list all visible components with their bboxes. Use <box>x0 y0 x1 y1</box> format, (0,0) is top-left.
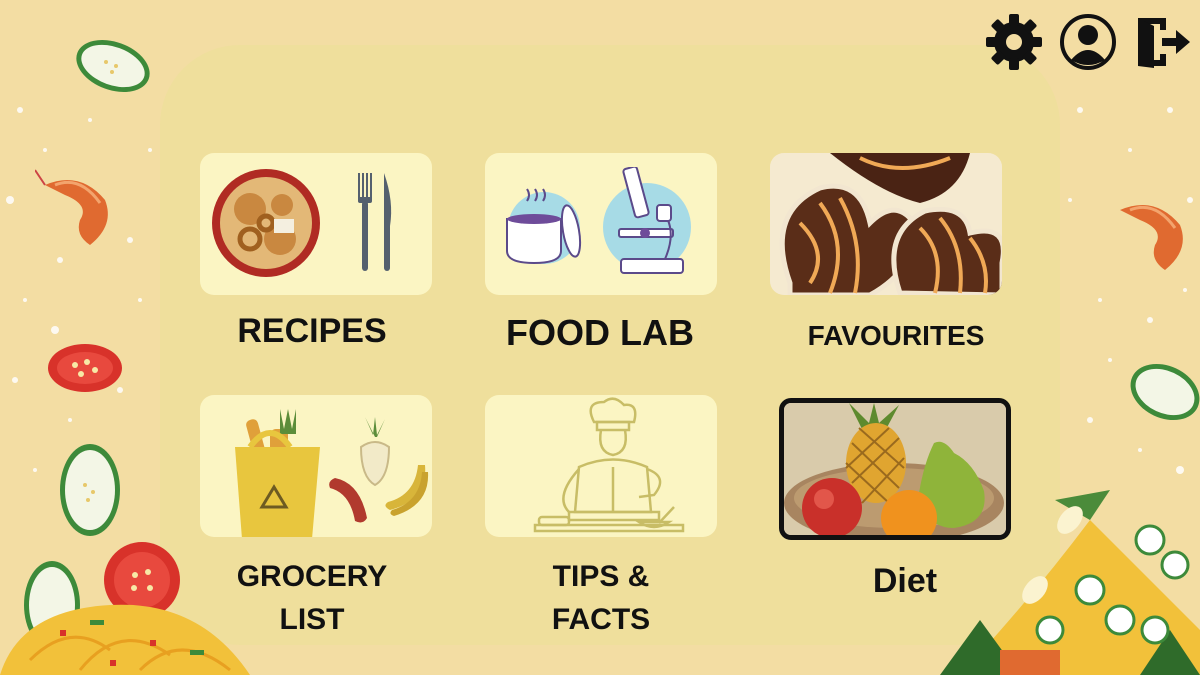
grocery-list-card[interactable] <box>200 395 432 537</box>
favourites-card[interactable] <box>770 153 1002 295</box>
favourites-label[interactable]: FAVOURITES <box>746 320 1046 352</box>
chef-cooking-icon <box>533 397 685 533</box>
logout-icon <box>1138 18 1190 68</box>
diet-card[interactable] <box>779 398 1011 540</box>
tips-facts-card[interactable] <box>485 395 717 537</box>
grocery-list-label-line2[interactable]: LIST <box>162 603 462 637</box>
cucumber-slice-icon <box>60 444 120 536</box>
microscope-icon <box>603 167 691 274</box>
shrimp-icon <box>1120 205 1183 270</box>
banana-icon <box>385 465 429 516</box>
recipes-card[interactable] <box>200 153 432 295</box>
food-lab-label[interactable]: FOOD LAB <box>450 312 750 354</box>
user-profile-icon <box>1060 14 1116 70</box>
header-toolbar <box>984 12 1192 72</box>
cucumber-slice-icon <box>76 39 150 93</box>
teapot-icon <box>506 188 582 265</box>
grocery-bag-icon <box>235 409 320 537</box>
food-lab-card[interactable] <box>485 153 717 295</box>
shrimp-icon <box>35 169 108 245</box>
diet-label[interactable]: Diet <box>755 562 1055 601</box>
fruit-basket-image <box>784 403 1006 535</box>
food-platter-icon <box>212 169 320 277</box>
logout-button[interactable] <box>1132 12 1192 72</box>
profile-button[interactable] <box>1058 12 1118 72</box>
recipes-label[interactable]: RECIPES <box>162 312 462 351</box>
heart-cookies-image <box>770 153 1002 295</box>
sausage-icon <box>329 478 367 523</box>
gear-icon <box>986 14 1042 70</box>
tips-facts-label-line2[interactable]: FACTS <box>451 603 751 637</box>
grocery-list-label-line1[interactable]: GROCERY <box>162 560 462 594</box>
fork-knife-icon <box>358 173 392 271</box>
tips-facts-label-line1[interactable]: TIPS & <box>451 560 751 594</box>
tomato-slice-icon <box>48 344 122 392</box>
settings-button[interactable] <box>984 12 1044 72</box>
cucumber-slice-icon <box>1130 363 1200 421</box>
